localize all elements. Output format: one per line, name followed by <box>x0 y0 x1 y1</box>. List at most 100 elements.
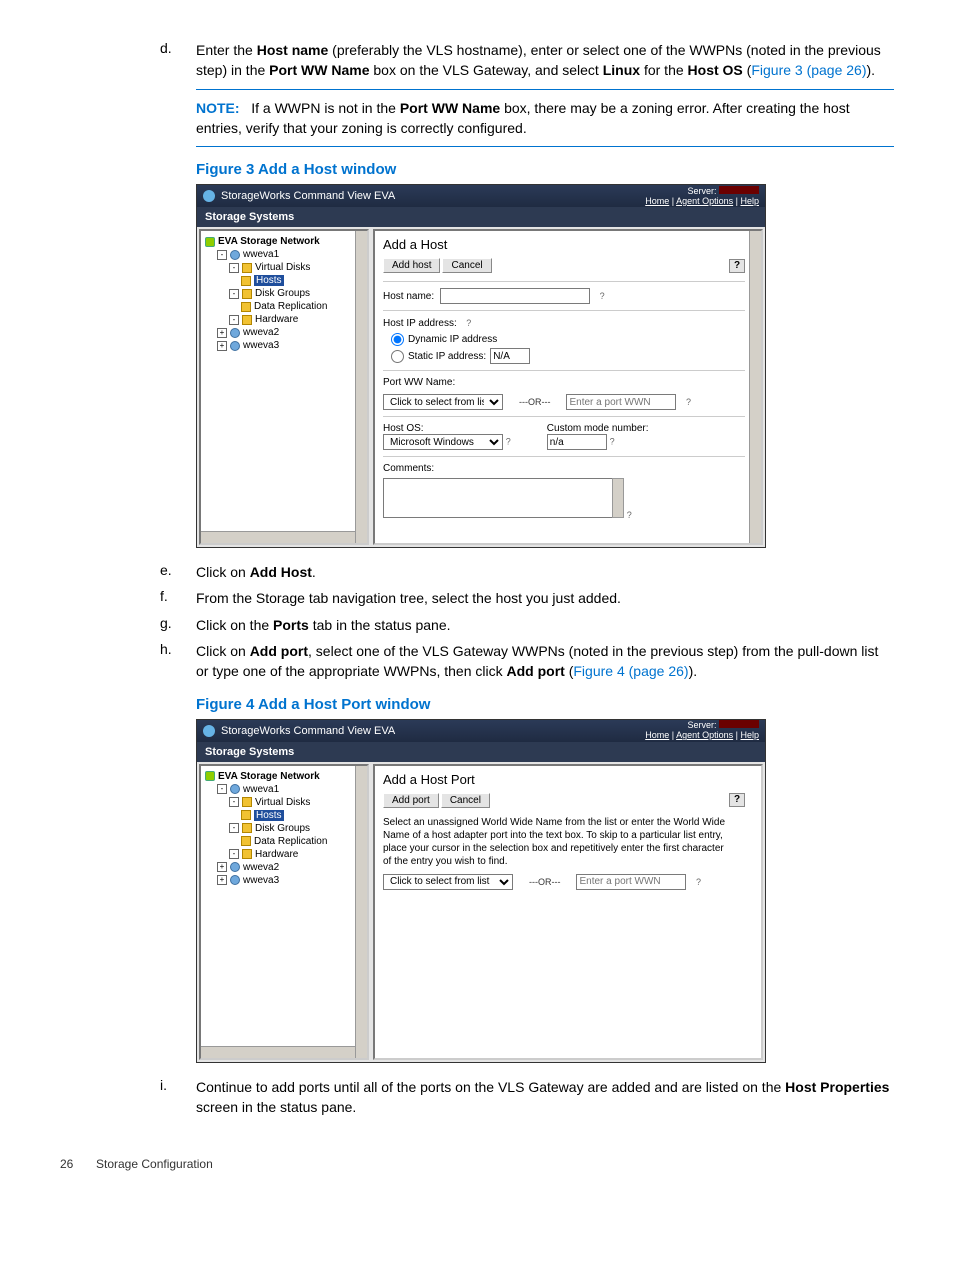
help-icon[interactable]: ? <box>596 290 608 302</box>
step-f-marker: f. <box>60 588 196 608</box>
static-ip-label: Static IP address: <box>408 351 486 362</box>
tree-hardware[interactable]: -Hardware <box>205 848 353 861</box>
portww-select[interactable]: Click to select from list <box>383 394 503 410</box>
txt: Enter the <box>196 42 257 58</box>
collapse-icon[interactable]: - <box>229 315 239 325</box>
folder-icon <box>242 315 252 325</box>
expand-icon[interactable]: + <box>217 862 227 872</box>
wwn-select[interactable]: Click to select from list <box>383 874 513 890</box>
hostname-label: Host name: <box>383 291 434 302</box>
row-hostos: Host OS: Microsoft Windows ? Custom mode… <box>383 423 745 450</box>
portww-label: Port WW Name: <box>383 377 745 388</box>
array-icon <box>230 862 240 872</box>
help-icon[interactable]: ? <box>506 437 511 447</box>
link-agent-options[interactable]: Agent Options <box>676 730 733 740</box>
cancel-button[interactable]: Cancel <box>441 793 490 808</box>
dynamic-ip-radio[interactable] <box>391 333 404 346</box>
comments-textarea[interactable] <box>383 478 613 518</box>
step-h-marker: h. <box>60 641 196 682</box>
tree-wweva3[interactable]: +wweva3 <box>205 339 353 352</box>
static-ip-radio[interactable] <box>391 350 404 363</box>
tree-label: EVA Storage Network <box>218 771 320 782</box>
txt: If a WWPN is not in the <box>251 100 400 116</box>
help-icon[interactable]: ? <box>463 317 475 329</box>
help-icon[interactable]: ? <box>682 396 694 408</box>
bold: Host Properties <box>785 1079 889 1095</box>
content-scrollbar-v[interactable] <box>749 231 761 543</box>
collapse-icon[interactable]: - <box>229 849 239 859</box>
wwn-input[interactable] <box>576 874 686 890</box>
panel-buttons: Add port Cancel ? <box>383 793 745 808</box>
help-icon[interactable]: ? <box>610 437 615 447</box>
link-help[interactable]: Help <box>740 196 759 206</box>
expand-icon[interactable]: + <box>217 341 227 351</box>
xref-figure-4[interactable]: Figure 4 (page 26) <box>573 663 688 679</box>
help-button[interactable]: ? <box>729 259 745 273</box>
app-title: StorageWorks Command View EVA <box>221 725 395 737</box>
help-icon[interactable]: ? <box>692 876 704 888</box>
collapse-icon[interactable]: - <box>229 797 239 807</box>
custom-mode-input[interactable] <box>547 434 607 450</box>
tree-root[interactable]: EVA Storage Network <box>205 235 353 248</box>
cancel-button[interactable]: Cancel <box>442 258 491 273</box>
link-help[interactable]: Help <box>740 730 759 740</box>
tree-label: Hosts <box>254 275 284 286</box>
hostname-input[interactable] <box>440 288 590 304</box>
collapse-icon[interactable]: - <box>217 250 227 260</box>
tree-label: wweva2 <box>243 862 279 873</box>
add-host-button[interactable]: Add host <box>383 258 440 273</box>
server-name-redacted <box>719 720 759 728</box>
collapse-icon[interactable]: - <box>229 263 239 273</box>
tree-wweva1[interactable]: -wweva1 <box>205 248 353 261</box>
collapse-icon[interactable]: - <box>229 823 239 833</box>
panel-buttons: Add host Cancel ? <box>383 258 745 273</box>
server-name-redacted <box>719 186 759 194</box>
tree-disk-groups[interactable]: - Disk Groups <box>205 822 353 835</box>
tree-scrollbar-h[interactable] <box>201 1046 355 1058</box>
static-ip-input[interactable] <box>490 348 530 364</box>
tree-wweva3[interactable]: + wweva3 <box>205 874 353 887</box>
tree-wweva2[interactable]: +wweva2 <box>205 326 353 339</box>
folder-icon <box>242 797 252 807</box>
tree-root[interactable]: EVA Storage Network <box>205 770 353 783</box>
collapse-icon[interactable]: - <box>229 289 239 299</box>
tree-scrollbar-h[interactable] <box>201 531 355 543</box>
textarea-scrollbar[interactable] <box>612 478 624 518</box>
collapse-icon[interactable]: - <box>217 784 227 794</box>
tree-virtual-disks[interactable]: -Virtual Disks <box>205 261 353 274</box>
folder-icon <box>242 849 252 859</box>
link-home[interactable]: Home <box>645 196 669 206</box>
portww-input[interactable] <box>566 394 676 410</box>
tree-hosts[interactable]: Hosts <box>205 809 353 822</box>
note-label: NOTE: <box>196 100 240 116</box>
tree-label: Disk Groups <box>255 823 310 834</box>
tree-wweva1[interactable]: -wweva1 <box>205 783 353 796</box>
expand-icon[interactable]: + <box>217 875 227 885</box>
figure-3-caption: Figure 3 Add a Host window <box>196 161 894 178</box>
hostos-select[interactable]: Microsoft Windows <box>383 434 503 450</box>
help-button[interactable]: ? <box>729 793 745 807</box>
add-port-button[interactable]: Add port <box>383 793 439 808</box>
tree-hardware[interactable]: -Hardware <box>205 313 353 326</box>
step-f: f. From the Storage tab navigation tree,… <box>60 588 894 608</box>
tree-hosts[interactable]: Hosts <box>205 274 353 287</box>
step-i-text: Continue to add ports until all of the p… <box>196 1077 894 1118</box>
tree-wweva2[interactable]: + wweva2 <box>205 861 353 874</box>
help-icon[interactable]: ? <box>627 510 632 520</box>
xref-figure-3[interactable]: Figure 3 (page 26) <box>751 62 866 78</box>
tree-virtual-disks[interactable]: -Virtual Disks <box>205 796 353 809</box>
link-home[interactable]: Home <box>645 730 669 740</box>
or-label: ---OR--- <box>519 877 570 887</box>
bold: Host OS <box>688 62 743 78</box>
link-agent-options[interactable]: Agent Options <box>676 196 733 206</box>
tree-label: wweva3 <box>243 875 279 886</box>
hostip-label: Host IP address: <box>383 318 457 329</box>
tree-data-replication[interactable]: Data Replication <box>205 300 353 313</box>
tree-scrollbar-v[interactable] <box>355 231 367 543</box>
txt: Click on the <box>196 617 273 633</box>
tree-data-replication[interactable]: Data Replication <box>205 835 353 848</box>
tree-content: EVA Storage Network -wweva1 -Virtual Dis… <box>201 766 367 901</box>
tree-scrollbar-v[interactable] <box>355 766 367 1058</box>
tree-disk-groups[interactable]: -Disk Groups <box>205 287 353 300</box>
expand-icon[interactable]: + <box>217 328 227 338</box>
